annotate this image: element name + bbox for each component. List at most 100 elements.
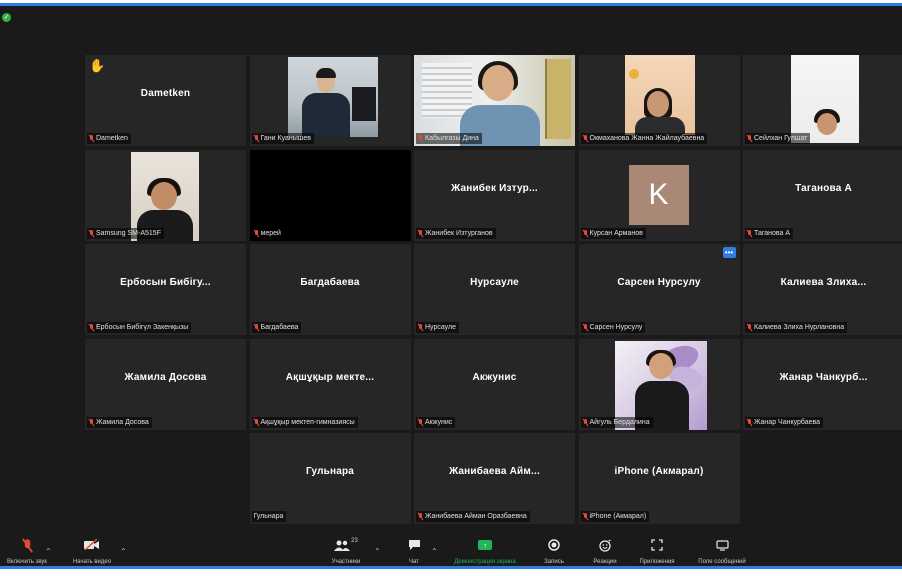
reactions-button[interactable]: + Реакции — [589, 536, 621, 572]
mic-muted-icon — [254, 229, 259, 237]
participant-count: 23 — [351, 538, 358, 544]
participant-tile[interactable]: Акжунис Акжунис — [414, 338, 575, 430]
apps-icon — [651, 536, 663, 554]
mic-muted-icon — [418, 418, 423, 426]
participant-label: Dametken — [87, 133, 131, 144]
apps-label: Приложения — [639, 559, 675, 565]
participant-label-text: Кабылгазы Дина — [425, 135, 479, 142]
participant-tile[interactable]: Багдабаева Багдабаева — [249, 244, 411, 335]
participant-tile[interactable]: Таганова А Таганова А — [743, 149, 902, 241]
mic-muted-icon — [747, 418, 752, 426]
participant-tile[interactable]: Жамила Досова Жамила Досова — [85, 338, 246, 430]
participant-label-text: Таганова А — [754, 229, 791, 237]
participant-label-text: Жанар Чанкурбаева — [754, 418, 821, 426]
share-screen-button[interactable]: ↑ Демонстрация экрана — [446, 536, 524, 572]
participant-label: Жамила Досова — [87, 416, 152, 428]
audio-options-chevron-icon[interactable]: ⌃ — [45, 547, 52, 556]
participant-label-text: Багдабаева — [260, 324, 299, 331]
raised-hand-icon: ✋ — [89, 58, 106, 73]
mic-muted-icon — [418, 135, 423, 142]
participant-label: Жанибаева Айман Оразбаевна — [416, 511, 530, 522]
participants-label: Участники — [331, 559, 361, 565]
participant-tile[interactable]: Ербосын Бибігу... Ербосын Бибігүл Закенқы… — [85, 244, 246, 335]
mic-muted-icon — [747, 229, 752, 237]
mic-muted-icon — [89, 418, 94, 426]
participant-name: iPhone (Акмарал) — [614, 466, 704, 477]
shield-check-icon[interactable]: ✓ — [2, 13, 11, 22]
participant-label-text: Гани Куанышев — [260, 135, 312, 142]
unmute-label: Включить звук — [6, 559, 47, 565]
chat-chevron-icon[interactable]: ⌃ — [431, 547, 438, 556]
more-options-icon[interactable]: ••• — [722, 247, 736, 258]
participant-label-text: Гульнара — [253, 513, 284, 520]
participant-tile[interactable]: Ақшұқыр мекте... Ақшұқыр мектеп-гимназияс… — [249, 338, 411, 430]
video-head — [648, 352, 673, 379]
participant-label: iPhone (Акмарал) — [580, 511, 650, 522]
participant-tile[interactable]: Айгуль Бердалина — [578, 338, 740, 430]
participant-label-text: Ақшұқыр мектеп-гимназиясы — [260, 418, 355, 426]
participant-label-text: Ербосын Бибігүл Закенқызы — [96, 324, 189, 331]
reactions-icon: + — [598, 536, 612, 554]
participant-tile[interactable]: Жанибаева Айм... Жанибаева Айман Оразбаев… — [414, 433, 575, 524]
participant-tile[interactable]: Нурсауле Нурсауле — [414, 244, 575, 335]
video-head — [646, 91, 669, 117]
participant-tile[interactable]: Жанибек Изтур... Жанибек Изтурганов — [414, 149, 575, 241]
participant-label-text: Жанибаева Айман Оразбаевна — [425, 513, 527, 520]
participants-button[interactable]: 23 Участники — [326, 536, 366, 572]
participant-name: Гульнара — [305, 466, 355, 477]
participant-tile[interactable]: Сарсен Нурсулу ••• Сарсен Нурсулу — [578, 244, 740, 335]
participant-label-text: Жанибек Изтурганов — [425, 229, 493, 237]
participant-tile[interactable]: Гани Куанышев — [249, 55, 411, 146]
video-off-icon — [84, 536, 100, 554]
mic-muted-icon — [418, 324, 423, 331]
record-button[interactable]: Запись — [540, 536, 568, 572]
participant-label: Багдабаева — [251, 322, 302, 333]
participant-tile[interactable]: Dametken ✋ Dametken — [85, 55, 246, 146]
participant-tile[interactable]: iPhone (Акмарал) iPhone (Акмарал) — [578, 433, 740, 524]
participant-label-text: iPhone (Акмарал) — [589, 513, 647, 520]
participant-tile[interactable]: Гульнара Гульнара — [249, 433, 411, 524]
participant-name: Нурсауле — [470, 277, 519, 288]
participant-tile[interactable]: Жанар Чанкурб... Жанар Чанкурбаева — [743, 338, 902, 430]
participant-label: Жанар Чанкурбаева — [745, 416, 824, 428]
participant-tile[interactable]: Samsung SM-A515F — [85, 149, 246, 241]
participant-label-text: Samsung SM-A515F — [96, 229, 161, 237]
participant-label-text: Dametken — [96, 135, 128, 142]
mic-muted-icon — [747, 135, 752, 142]
video-options-chevron-icon[interactable]: ⌃ — [120, 547, 127, 556]
participant-label-text: Сейлхан Гулшат — [754, 135, 808, 142]
participant-tile[interactable]: Сейлхан Гулшат — [743, 55, 902, 146]
participant-label-text: Нурсауле — [425, 324, 457, 331]
mic-muted-icon — [583, 513, 588, 520]
participant-label-text: мерей — [260, 229, 281, 237]
participant-label: Окмаханова Жанна Жайлаубаевна — [580, 133, 708, 144]
participant-label: Жанибек Изтурганов — [416, 227, 496, 239]
mic-muted-icon — [747, 324, 752, 331]
participant-tile[interactable]: Кабылгазы Дина — [414, 55, 575, 146]
video-head — [817, 113, 837, 135]
participant-video — [287, 57, 378, 137]
video-monitor — [351, 87, 376, 121]
participants-chevron-icon[interactable]: ⌃ — [374, 547, 381, 556]
participant-video — [624, 55, 695, 135]
video-hair — [315, 68, 336, 78]
meeting-window: ✓ Dametken ✋ Dametken Гани Куанышев Кабылгаз… — [0, 3, 902, 569]
mic-muted-icon — [254, 324, 259, 331]
participant-label-text: Айгуль Бердалина — [589, 418, 650, 426]
participant-label: Калиева Злиха Нурлановна — [745, 322, 848, 333]
participant-tile[interactable]: мерей — [249, 149, 411, 241]
record-icon — [548, 536, 560, 554]
message-field-button[interactable]: Поле сообщений — [688, 536, 756, 572]
participant-label: Таганова А — [745, 227, 794, 239]
mic-muted-icon — [89, 229, 94, 237]
participant-tile[interactable]: Калиева Злиха... Калиева Злиха Нурлановна — [743, 244, 902, 335]
participant-label: Гани Куанышев — [251, 133, 315, 144]
participant-tile[interactable]: Окмаханова Жанна Жайлаубаевна — [578, 55, 740, 146]
participant-tile[interactable]: K Курсан Арманов — [578, 149, 740, 241]
apps-button[interactable]: Приложения — [634, 536, 680, 572]
participant-name: Жанар Чанкурб... — [779, 371, 868, 383]
participant-label-text: Акжунис — [425, 418, 453, 426]
participant-label-text: Сарсен Нурсулу — [589, 324, 643, 331]
chat-button[interactable]: Чат — [400, 536, 428, 572]
start-video-button[interactable]: Начать видео — [66, 536, 118, 572]
